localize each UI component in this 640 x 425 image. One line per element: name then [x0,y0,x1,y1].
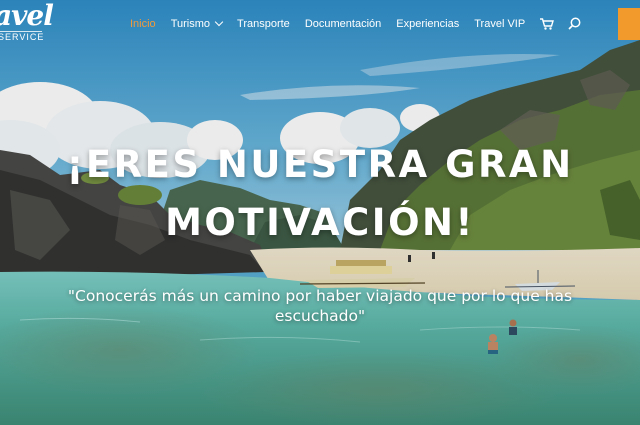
nav-item-label: Turismo [170,17,211,30]
nav-item-inicio[interactable]: Inicio [130,18,156,30]
site-logo[interactable]: avel SERVICE [0,0,54,42]
quote-line-2: escuchado" [274,307,366,325]
hero-section: avel SERVICE Inicio Turismo Transporte D… [0,0,640,425]
nav-item-documentacion[interactable]: Documentación [305,18,381,30]
nav-item-label: Experiencias [396,17,460,30]
chevron-down-icon [214,17,224,27]
nav-item-label: Travel VIP [474,17,526,30]
nav-item-label: Documentación [304,17,382,30]
nav-item-experiencias[interactable]: Experiencias [396,18,459,30]
hero-headline: ¡ERES NUESTRA GRAN MOTIVACIÓN! [0,136,640,252]
nav-item-label: Inicio [130,17,156,30]
search-icon[interactable] [568,17,581,30]
nav-item-travel-vip[interactable]: Travel VIP [474,18,525,30]
headline-line-1: ¡ERES NUESTRA GRAN [66,143,574,186]
cta-button[interactable] [618,8,640,40]
nav-item-label: Transporte [237,17,290,30]
cart-icon[interactable] [540,17,555,30]
nav-item-transporte[interactable]: Transporte [237,18,290,30]
hero-quote: "Conocerás más un camino por haber viaja… [0,286,640,326]
nav-item-turismo[interactable]: Turismo [170,17,224,30]
logo-subtitle: SERVICE [0,31,45,42]
logo-wordmark: avel [0,0,54,32]
quote-line-1: "Conocerás más un camino por haber viaja… [67,287,573,305]
headline-line-2: MOTIVACIÓN! [165,201,475,244]
main-nav: Inicio Turismo Transporte Documentación … [130,17,595,30]
